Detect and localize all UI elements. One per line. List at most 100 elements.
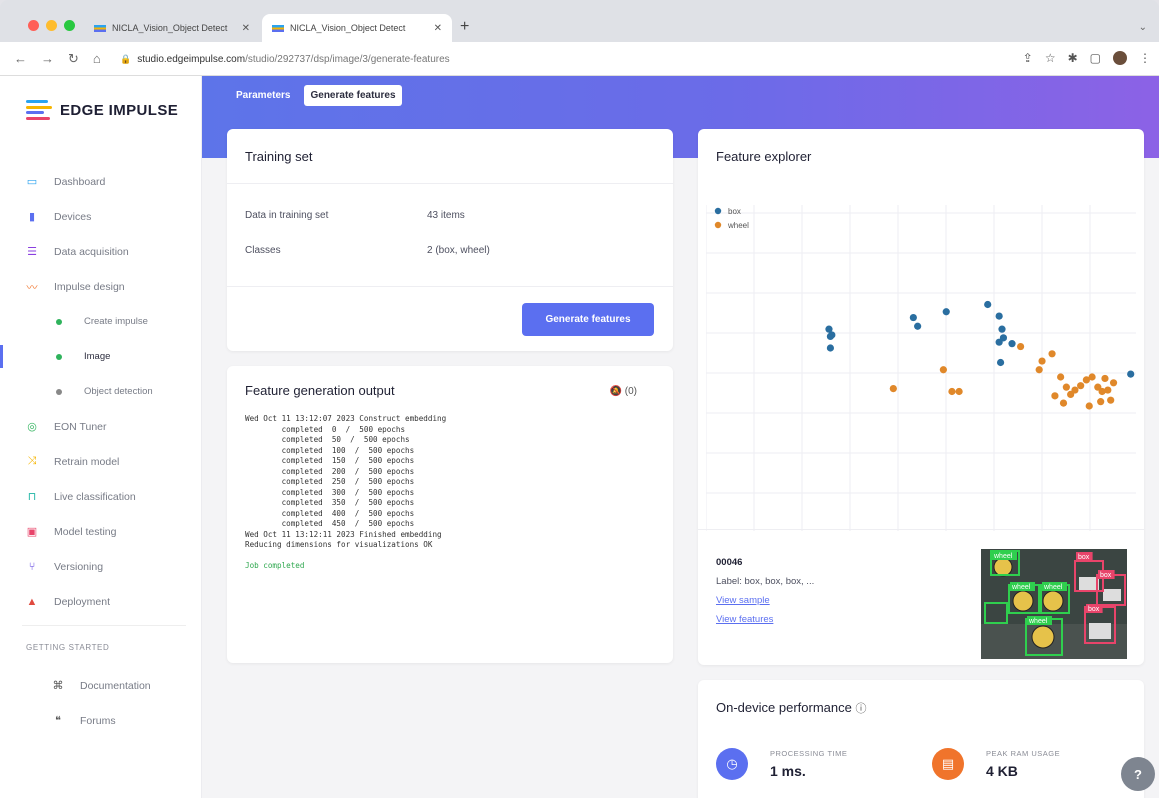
sidepanel-icon[interactable]: ▢ [1090,51,1101,65]
logo[interactable]: EDGE IMPULSE [26,100,178,120]
scatter-point-box[interactable] [828,331,836,339]
new-tab-icon[interactable]: + [460,18,469,36]
forward-icon[interactable]: → [41,51,54,67]
sidebar-item-model-testing[interactable]: ▣ Model testing [0,514,202,549]
card-title: Feature explorer [716,149,812,164]
sidebar-item-create-impulse[interactable]: Create impulse [0,304,202,339]
tab-title: NICLA_Vision_Object Detect [290,23,406,33]
row-key: Classes [245,245,281,256]
scatter-point-box[interactable] [995,312,1003,320]
sidebar-item-live-classification[interactable]: ⊓ Live classification [0,479,202,514]
sidebar-item-label: Deployment [54,595,111,608]
bbox-label: wheel [1043,584,1063,591]
view-sample-link[interactable]: View sample [716,591,814,610]
sidebar-item-image[interactable]: Image [0,339,202,374]
scatter-point-wheel[interactable] [955,387,963,396]
scatter-point-wheel[interactable] [1077,382,1085,390]
feature-scatter-plot[interactable]: box wheel [706,205,1136,531]
profile-avatar[interactable] [1113,51,1127,65]
scatter-point-box[interactable] [826,344,835,352]
dot-icon [56,353,62,360]
sample-label: Label: box, box, box, ... [716,576,815,587]
scatter-point-wheel[interactable] [1038,357,1046,365]
sidebar-item-impulse-design[interactable]: 〰 Impulse design [0,269,202,304]
tab-parameters[interactable]: Parameters [230,85,296,106]
browser-tab-active[interactable]: NICLA_Vision_Object Detect ✕ [262,14,452,42]
log-filter-control[interactable]: 🔕 (0) [610,386,637,397]
scatter-point-wheel[interactable] [1051,392,1059,400]
view-features-link[interactable]: View features [716,610,814,629]
minimize-window-icon[interactable] [46,20,57,31]
scatter-point-wheel[interactable] [889,385,897,393]
scatter-point-box[interactable] [942,308,950,316]
menu-kebab-icon[interactable]: ⋮ [1139,51,1151,65]
sidebar-item-dashboard[interactable]: ▭ Dashboard [0,164,202,199]
scatter-point-wheel[interactable] [1059,399,1068,407]
monitor-icon: ▭ [26,176,38,188]
extensions-icon[interactable]: ✱ [1068,51,1078,65]
scatter-point-box[interactable] [998,325,1006,333]
scatter-point-wheel[interactable] [1109,379,1118,387]
logo-mark-icon [26,100,52,120]
sample-thumbnail[interactable]: wheel box wheel wheel box box wheel [981,549,1127,659]
generate-features-button[interactable]: Generate features [522,303,654,336]
bookmark-star-icon[interactable]: ☆ [1045,51,1056,65]
scatter-point-wheel[interactable] [1057,373,1065,381]
scatter-point-wheel[interactable] [1062,383,1070,391]
scatter-point-wheel[interactable] [1107,396,1115,404]
reload-icon[interactable]: ↻ [68,51,79,67]
close-tab-icon[interactable]: ✕ [242,23,250,34]
scatter-point-box[interactable] [1008,340,1016,348]
tab-list-chevron-icon[interactable]: ⌄ [1139,22,1147,33]
scatter-point-wheel[interactable] [1071,386,1079,394]
brand-name: EDGE IMPULSE [60,101,179,119]
sidebar-item-forums[interactable]: ❝ Forums [26,703,202,738]
maximize-window-icon[interactable] [64,20,75,31]
share-icon[interactable]: ⇪ [1023,51,1033,65]
scatter-point-wheel[interactable] [1085,402,1093,410]
scatter-point-wheel[interactable] [1035,366,1043,374]
sidebar-item-eon-tuner[interactable]: ◎ EON Tuner [0,409,202,444]
log-output: Wed Oct 11 13:12:07 2023 Construct embed… [245,414,663,571]
help-circle-icon[interactable]: ⓘ [855,703,866,715]
window-controls[interactable] [28,20,75,31]
scatter-point-wheel[interactable] [1101,374,1109,383]
scatter-point-wheel[interactable] [1088,373,1096,381]
browser-tab[interactable]: NICLA_Vision_Object Detect ✕ [84,14,260,42]
scatter-point-wheel[interactable] [1048,350,1056,358]
scatter-point-box[interactable] [914,322,922,330]
feature-output-card: Feature generation output 🔕 (0) Wed Oct … [227,366,673,663]
sidebar-item-label: Dashboard [54,175,106,188]
scatter-point-wheel[interactable] [939,366,947,374]
bbox-label: wheel [1011,584,1031,591]
help-fab-icon[interactable]: ? [1121,757,1155,791]
scatter-point-wheel[interactable] [1017,342,1025,351]
sidebar-item-versioning[interactable]: ⑂ Versioning [0,549,202,584]
metric-label: PROCESSING TIME [770,749,848,758]
sidebar-item-deployment[interactable]: ▲ Deployment [0,584,202,619]
scatter-point-wheel[interactable] [1104,386,1112,394]
back-icon[interactable]: ← [14,51,27,67]
scatter-point-wheel[interactable] [948,387,956,396]
card-title: On-device performance ⓘ [716,700,866,716]
sidebar-item-object-detection[interactable]: Object detection [0,374,202,409]
scatter-point-box[interactable] [1127,370,1135,378]
testing-icon: ▣ [26,526,38,538]
row-key: Data in training set [245,210,329,221]
scatter-point-wheel[interactable] [1097,398,1105,406]
metric-value: 1 ms. [770,763,806,779]
scatter-point-box[interactable] [984,300,992,309]
sidebar-item-data-acquisition[interactable]: ☰ Data acquisition [0,234,202,269]
tab-generate-features[interactable]: Generate features [304,85,402,106]
close-window-icon[interactable] [28,20,39,31]
scatter-point-box[interactable] [909,313,917,322]
sidebar-item-documentation[interactable]: ⌘ Documentation [26,668,202,703]
sidebar-item-devices[interactable]: ▮ Devices [0,199,202,234]
home-icon[interactable]: ⌂ [93,51,101,67]
close-tab-icon[interactable]: ✕ [434,23,442,34]
row-value: 43 items [427,210,465,221]
sidebar-item-retrain-model[interactable]: ⤨ Retrain model [0,444,202,479]
scatter-point-box[interactable] [996,358,1005,367]
address-bar[interactable]: 🔒 studio.edgeimpulse.com/studio/292737/d… [110,48,1000,70]
scatter-point-box[interactable] [995,338,1003,346]
